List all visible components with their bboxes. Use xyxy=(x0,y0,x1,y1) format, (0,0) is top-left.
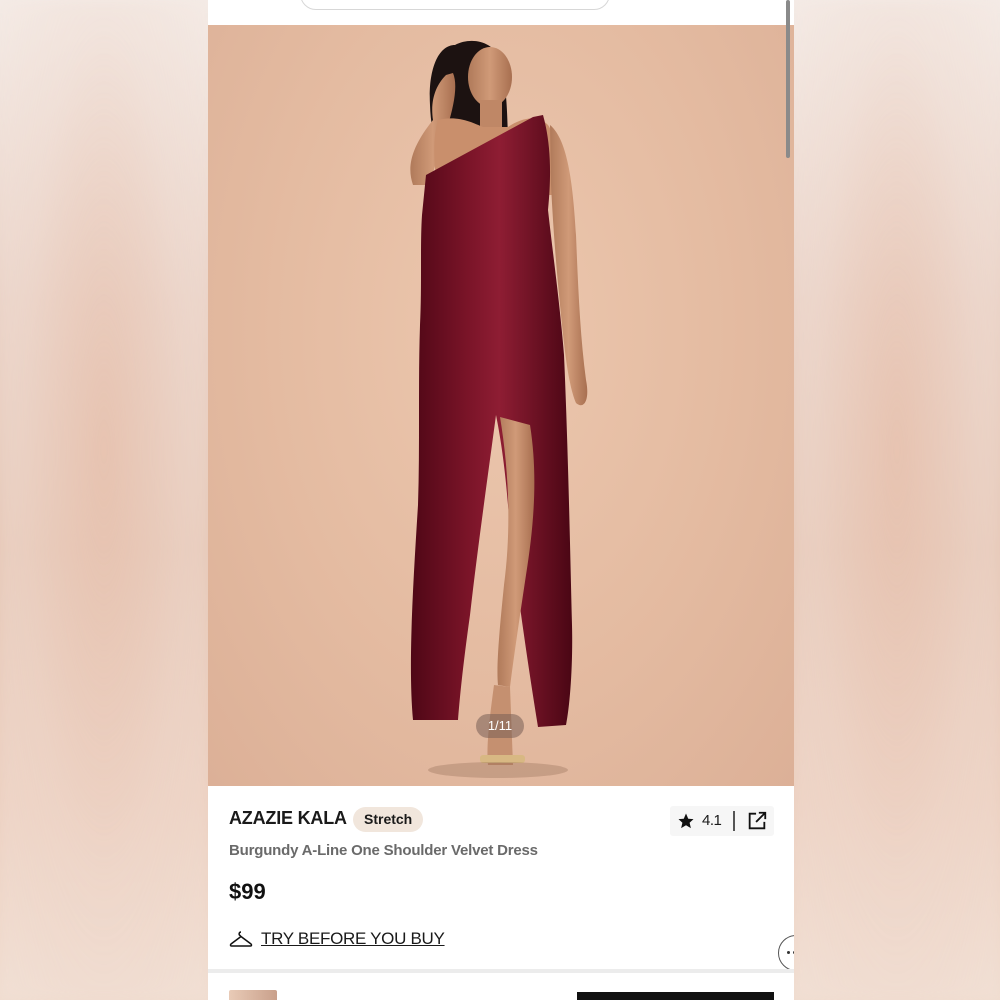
rating-value[interactable]: 4.1 xyxy=(702,812,722,829)
right-blurred-background xyxy=(794,0,1000,1000)
left-blurred-background xyxy=(0,0,208,1000)
rating-share-bar: 4.1 xyxy=(670,806,774,836)
stretch-badge: Stretch xyxy=(353,807,424,832)
brand-name[interactable]: AZAZIE KALA xyxy=(229,808,347,829)
add-to-bag-button[interactable] xyxy=(577,992,774,1000)
product-thumbnail xyxy=(229,990,277,1000)
product-info: AZAZIE KALA Stretch 4.1 Burgundy A-Line … xyxy=(208,786,794,971)
product-price: $99 xyxy=(229,879,266,904)
hanger-icon xyxy=(229,931,253,947)
scrollbar[interactable] xyxy=(786,0,790,158)
divider xyxy=(733,811,735,831)
sticky-bottom-bar xyxy=(208,973,794,1000)
product-page: 1/11 AZAZIE KALA Stretch 4.1 Burgundy A-… xyxy=(208,0,794,1000)
try-before-you-buy[interactable]: TRY BEFORE YOU BUY xyxy=(229,927,445,951)
product-image xyxy=(410,40,588,778)
product-name: Burgundy A-Line One Shoulder Velvet Dres… xyxy=(229,842,538,859)
try-before-you-buy-link[interactable]: TRY BEFORE YOU BUY xyxy=(261,929,445,949)
image-counter: 1/11 xyxy=(476,714,524,738)
product-image-carousel[interactable]: 1/11 xyxy=(208,25,794,786)
top-bar xyxy=(208,0,794,25)
star-icon xyxy=(678,813,694,829)
share-icon[interactable] xyxy=(746,810,768,832)
search-bar[interactable] xyxy=(300,0,610,10)
